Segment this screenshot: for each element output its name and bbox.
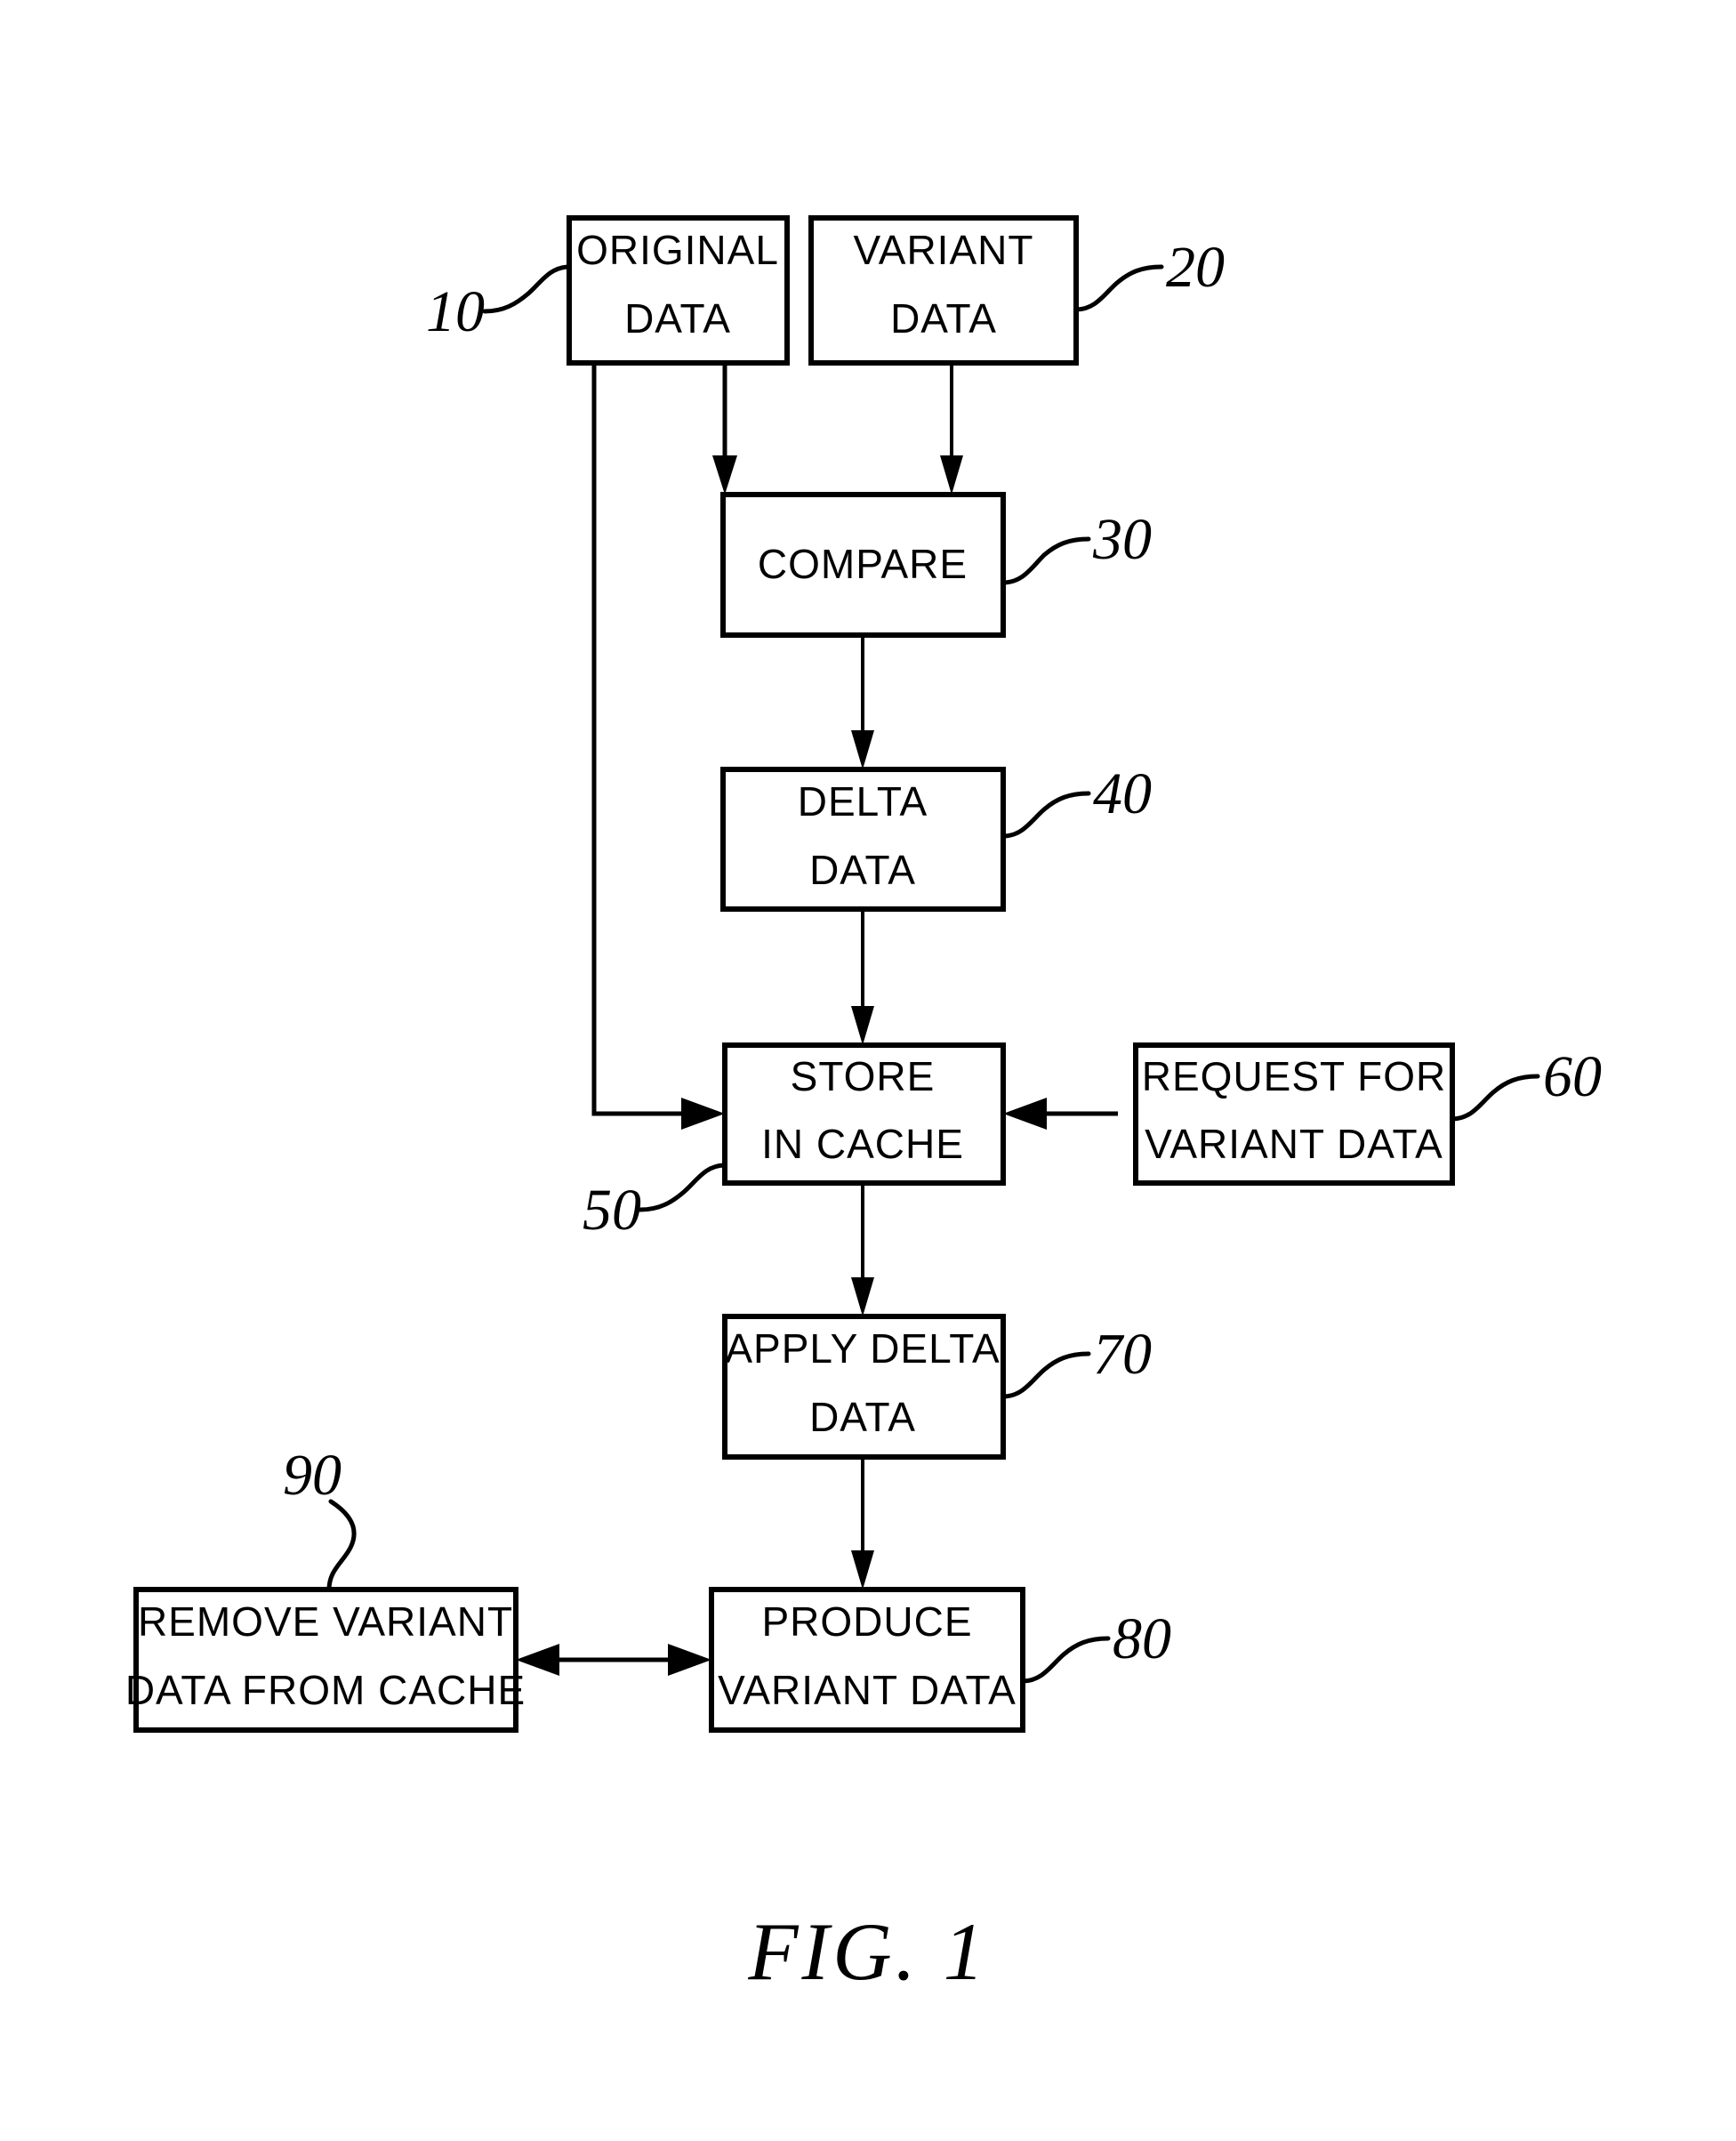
- box-original-data-line1: ORIGINAL: [576, 227, 779, 273]
- connector-compare-to-delta: [851, 635, 874, 769]
- ref-numeral-10: 10: [426, 279, 485, 344]
- leader-line-50: [638, 1163, 727, 1212]
- box-remove-variant-data-from-cache-line2: DATA FROM CACHE: [125, 1667, 526, 1713]
- box-apply-delta-data[interactable]: APPLY DELTA DATA: [722, 1314, 1006, 1460]
- ref-numeral-30: 30: [1092, 507, 1152, 572]
- box-delta-data[interactable]: DELTA DATA: [720, 767, 1006, 912]
- ref-numeral-80: 80: [1113, 1606, 1171, 1671]
- box-delta-data-line2: DATA: [809, 847, 916, 893]
- box-store-in-cache[interactable]: STORE IN CACHE: [722, 1042, 1006, 1186]
- connector-original-to-store: [591, 363, 725, 1130]
- leader-line-70: [1001, 1351, 1091, 1399]
- box-original-data-line2: DATA: [624, 295, 731, 342]
- ref-numeral-60: 60: [1543, 1044, 1602, 1109]
- figure-caption: FIG. 1: [747, 1906, 987, 1997]
- box-request-for-variant-data-line1: REQUEST FOR: [1142, 1053, 1446, 1099]
- box-request-for-variant-data-line2: VARIANT DATA: [1145, 1121, 1443, 1167]
- connector-delta-to-store: [851, 909, 874, 1045]
- connector-store-to-apply: [851, 1183, 874, 1316]
- box-remove-variant-data-from-cache-line1: REMOVE VARIANT: [138, 1598, 513, 1645]
- leader-line-20: [1073, 264, 1164, 312]
- ref-numeral-90: 90: [283, 1443, 342, 1508]
- box-request-for-variant-data[interactable]: REQUEST FOR VARIANT DATA: [1133, 1042, 1455, 1186]
- box-store-in-cache-line1: STORE: [791, 1053, 936, 1099]
- figure-root: ORIGINAL DATA VARIANT DATA COMPARE DELTA…: [0, 0, 1736, 2141]
- box-produce-variant-data-line1: PRODUCE: [761, 1598, 972, 1645]
- connector-request-to-store: [1003, 1098, 1118, 1130]
- leader-line-40: [1001, 791, 1091, 839]
- box-variant-data[interactable]: VARIANT DATA: [808, 215, 1079, 366]
- box-remove-variant-data-from-cache[interactable]: REMOVE VARIANT DATA FROM CACHE: [125, 1587, 526, 1733]
- flow-diagram: ORIGINAL DATA VARIANT DATA COMPARE DELTA…: [125, 215, 1602, 1997]
- box-produce-variant-data-line2: VARIANT DATA: [718, 1667, 1017, 1713]
- box-delta-data-line1: DELTA: [798, 778, 928, 825]
- ref-numeral-20: 20: [1166, 235, 1225, 300]
- connector-remove-produce-double-arrow: [516, 1644, 711, 1676]
- leader-line-10: [482, 264, 572, 314]
- connector-original-to-compare: [712, 363, 737, 495]
- box-apply-delta-data-line1: APPLY DELTA: [725, 1325, 1000, 1372]
- connector-variant-to-compare: [940, 363, 963, 495]
- box-compare-line1: COMPARE: [758, 541, 968, 587]
- ref-numeral-40: 40: [1093, 761, 1152, 826]
- box-variant-data-line2: DATA: [890, 295, 997, 342]
- leader-line-30: [1001, 536, 1091, 585]
- box-compare[interactable]: COMPARE: [720, 492, 1006, 638]
- box-apply-delta-data-line2: DATA: [809, 1394, 916, 1440]
- ref-numeral-50: 50: [583, 1178, 641, 1243]
- leader-line-80: [1020, 1636, 1111, 1684]
- box-produce-variant-data[interactable]: PRODUCE VARIANT DATA: [709, 1587, 1025, 1733]
- leader-line-90: [326, 1499, 357, 1592]
- box-store-in-cache-line2: IN CACHE: [761, 1121, 964, 1167]
- leader-line-60: [1450, 1074, 1540, 1122]
- box-variant-data-line1: VARIANT: [854, 227, 1034, 273]
- connector-apply-to-produce: [851, 1457, 874, 1590]
- box-original-data[interactable]: ORIGINAL DATA: [567, 215, 790, 366]
- ref-numeral-70: 70: [1093, 1322, 1152, 1387]
